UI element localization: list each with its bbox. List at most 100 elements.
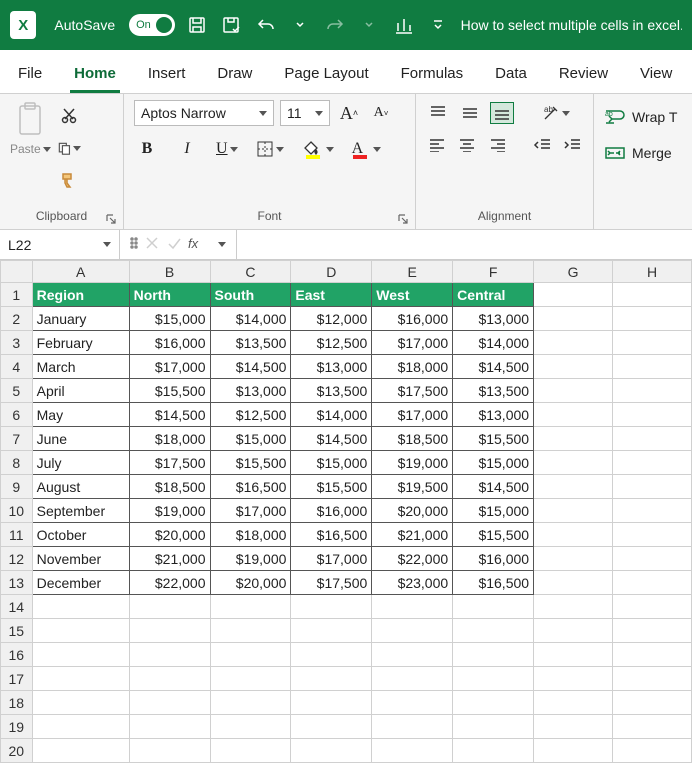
font-name-select[interactable]: Aptos Narrow [134, 100, 274, 126]
cell-value[interactable]: $20,000 [210, 571, 291, 595]
cell-value[interactable]: $13,500 [291, 379, 372, 403]
cell-value[interactable]: $14,000 [291, 403, 372, 427]
cell-value[interactable]: $15,500 [453, 523, 534, 547]
cell-value[interactable]: $15,000 [453, 451, 534, 475]
spreadsheet-grid[interactable]: ABCDEFGH1RegionNorthSouthEastWestCentral… [0, 260, 692, 763]
cell-value[interactable]: $12,500 [210, 403, 291, 427]
cell-region[interactable]: March [32, 355, 129, 379]
header-cell[interactable]: Central [453, 283, 534, 307]
font-color-button[interactable]: A [350, 137, 384, 161]
cell-value[interactable]: $19,000 [210, 547, 291, 571]
cell-value[interactable]: $13,000 [453, 403, 534, 427]
empty-cell[interactable] [129, 667, 210, 691]
col-head-C[interactable]: C [210, 261, 291, 283]
empty-cell[interactable] [32, 667, 129, 691]
header-cell[interactable]: North [129, 283, 210, 307]
redo-icon[interactable] [323, 12, 348, 38]
cell-value[interactable]: $19,000 [372, 451, 453, 475]
empty-cell[interactable] [453, 595, 534, 619]
empty-cell[interactable] [291, 667, 372, 691]
empty-cell[interactable] [210, 643, 291, 667]
header-cell[interactable]: South [210, 283, 291, 307]
cell-value[interactable]: $16,000 [291, 499, 372, 523]
empty-cell[interactable] [613, 643, 692, 667]
empty-cell[interactable] [534, 715, 613, 739]
empty-cell[interactable] [291, 595, 372, 619]
cell-value[interactable]: $14,500 [129, 403, 210, 427]
empty-cell[interactable] [613, 691, 692, 715]
align-right-icon[interactable] [487, 134, 509, 156]
undo-dropdown-icon[interactable] [288, 12, 313, 38]
cell-value[interactable]: $22,000 [372, 547, 453, 571]
cell-region[interactable]: August [32, 475, 129, 499]
row-head-15[interactable]: 15 [1, 619, 33, 643]
cell-value[interactable]: $20,000 [372, 499, 453, 523]
enter-icon[interactable] [166, 235, 182, 254]
chart-icon[interactable] [392, 12, 417, 38]
cell-value[interactable]: $15,000 [291, 451, 372, 475]
empty-cell[interactable] [372, 619, 453, 643]
cell-region[interactable]: June [32, 427, 129, 451]
cell-value[interactable]: $19,500 [372, 475, 453, 499]
empty-cell[interactable] [291, 715, 372, 739]
empty-cell[interactable] [372, 691, 453, 715]
cell-value[interactable]: $21,000 [372, 523, 453, 547]
cell-value[interactable]: $13,500 [453, 379, 534, 403]
empty-cell[interactable] [372, 715, 453, 739]
cell-value[interactable]: $16,000 [453, 547, 534, 571]
cell-value[interactable]: $14,500 [453, 355, 534, 379]
orientation-button[interactable]: ab [540, 102, 572, 124]
header-cell[interactable]: East [291, 283, 372, 307]
empty-cell[interactable] [291, 739, 372, 763]
align-bottom-icon[interactable] [490, 102, 514, 124]
cell-value[interactable]: $13,000 [291, 355, 372, 379]
empty-cell[interactable] [129, 595, 210, 619]
col-head-E[interactable]: E [372, 261, 453, 283]
empty-cell[interactable] [613, 739, 692, 763]
align-top-icon[interactable] [426, 102, 450, 124]
row-head-19[interactable]: 19 [1, 715, 33, 739]
cell-region[interactable]: October [32, 523, 129, 547]
empty-cell[interactable] [32, 595, 129, 619]
col-head-A[interactable]: A [32, 261, 129, 283]
cell-value[interactable]: $21,000 [129, 547, 210, 571]
font-launcher-icon[interactable] [397, 213, 409, 225]
empty-cell[interactable] [129, 691, 210, 715]
tab-review[interactable]: Review [555, 55, 612, 93]
empty-cell[interactable] [32, 643, 129, 667]
cell-region[interactable]: February [32, 331, 129, 355]
empty-cell[interactable] [534, 643, 613, 667]
empty-cell[interactable] [291, 619, 372, 643]
cell-region[interactable]: July [32, 451, 129, 475]
grow-font-icon[interactable]: A˄ [336, 100, 362, 126]
row-head-17[interactable]: 17 [1, 667, 33, 691]
cut-icon[interactable] [57, 104, 81, 128]
row-head-2[interactable]: 2 [1, 307, 33, 331]
empty-cell[interactable] [453, 619, 534, 643]
saveas-icon[interactable] [219, 12, 244, 38]
header-cell[interactable]: West [372, 283, 453, 307]
bold-button[interactable]: B [134, 136, 160, 162]
cell-value[interactable]: $16,000 [129, 331, 210, 355]
cell-value[interactable]: $15,500 [453, 427, 534, 451]
cancel-icon[interactable] [144, 235, 160, 254]
empty-cell[interactable] [210, 691, 291, 715]
paste-icon[interactable] [12, 100, 48, 140]
align-left-icon[interactable] [426, 134, 448, 156]
cell-value[interactable]: $13,000 [210, 379, 291, 403]
format-painter-icon[interactable] [57, 168, 81, 192]
empty-cell[interactable] [210, 619, 291, 643]
cell-value[interactable]: $18,500 [129, 475, 210, 499]
cell-value[interactable]: $14,500 [291, 427, 372, 451]
row-head-9[interactable]: 9 [1, 475, 33, 499]
cell-value[interactable]: $20,000 [129, 523, 210, 547]
align-middle-icon[interactable] [458, 102, 482, 124]
row-head-7[interactable]: 7 [1, 427, 33, 451]
empty-cell[interactable] [372, 595, 453, 619]
cell-value[interactable]: $18,000 [210, 523, 291, 547]
cell-region[interactable]: April [32, 379, 129, 403]
cell-value[interactable]: $15,500 [291, 475, 372, 499]
save-icon[interactable] [185, 12, 210, 38]
cell-value[interactable]: $16,500 [453, 571, 534, 595]
empty-cell[interactable] [129, 619, 210, 643]
